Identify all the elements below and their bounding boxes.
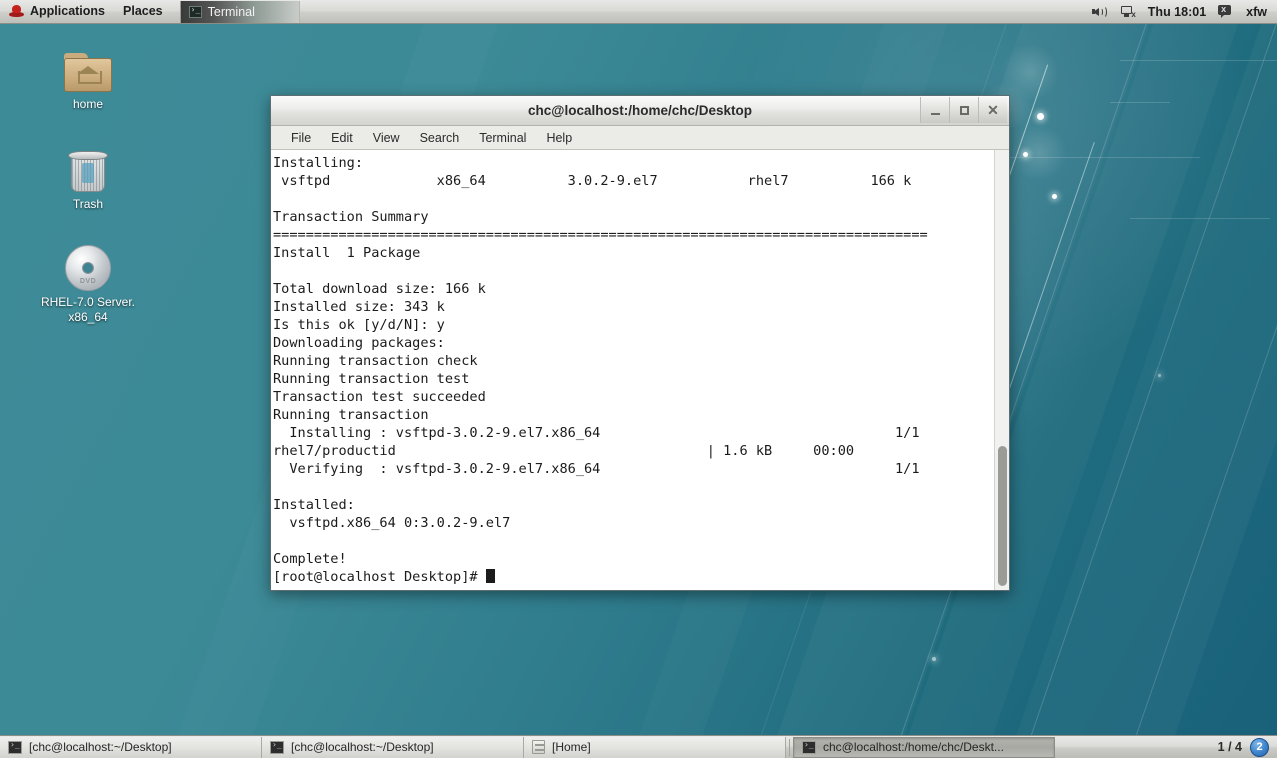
terminal-icon [188, 5, 202, 18]
terminal-line: Verifying : vsftpd-3.0.2-9.el7.x86_64 1/… [273, 461, 920, 477]
speaker-volume-icon[interactable] [1091, 4, 1108, 19]
top-panel: Applications Places Terminal x Thu 18:01… [0, 0, 1277, 24]
desktop-icon-label-line2: x86_64 [68, 310, 108, 324]
desktop-icon-label: RHEL-7.0 Server. [40, 295, 136, 309]
taskbar-item-label: [chc@localhost:~/Desktop] [291, 740, 434, 754]
terminal-line: Complete! [273, 551, 347, 567]
desktop-icon-home[interactable]: home [33, 45, 143, 112]
menu-file[interactable]: File [281, 128, 321, 148]
terminal-line: rhel7/productid | 1.6 kB 00:00 [273, 443, 855, 459]
maximize-icon [959, 105, 969, 115]
terminal-line: Installing: [273, 155, 364, 171]
terminal-icon [802, 740, 816, 754]
scrollbar-thumb[interactable] [998, 446, 1007, 586]
redhat-logo-icon [9, 4, 24, 18]
terminal-menubar: File Edit View Search Terminal Help [271, 126, 1009, 150]
clock[interactable]: Thu 18:01 [1148, 5, 1206, 19]
terminal-icon [270, 740, 284, 754]
wallpaper-dot [1023, 152, 1028, 157]
terminal-line: ========================================… [273, 227, 928, 243]
panel-tray: x Thu 18:01 x xfw [1091, 4, 1277, 19]
home-folder-icon [33, 45, 143, 93]
terminal-line: Transaction Summary [273, 209, 429, 225]
wallpaper-dot [1052, 194, 1057, 199]
wallpaper-dot [1158, 374, 1161, 377]
terminal-line: Total download size: 166 k [273, 281, 486, 297]
terminal-line: Installed size: 343 k [273, 299, 445, 315]
bottom-taskbar: [chc@localhost:~/Desktop] [chc@localhost… [0, 735, 1277, 758]
taskbar-item-1[interactable]: [chc@localhost:~/Desktop] [0, 736, 262, 758]
wallpaper-dot [932, 657, 936, 661]
terminal-line: Running transaction test [273, 371, 470, 387]
applications-menu-label: Applications [30, 4, 106, 18]
terminal-cursor [485, 569, 495, 583]
trash-bin-icon [33, 145, 143, 193]
terminal-titlebar[interactable]: chc@localhost:/home/chc/Desktop ✕ [271, 96, 1009, 126]
close-button[interactable]: ✕ [978, 97, 1007, 123]
taskbar-item-3[interactable]: [Home] [524, 736, 786, 758]
menu-view[interactable]: View [363, 128, 410, 148]
workspace-badge[interactable]: 2 [1250, 737, 1269, 757]
terminal-body[interactable]: Installing: vsftpd x86_64 3.0.2-9.el7 rh… [271, 150, 1009, 590]
menu-edit[interactable]: Edit [321, 128, 363, 148]
window-list-item-terminal[interactable]: Terminal [179, 0, 300, 23]
file-manager-icon [532, 740, 545, 754]
desktop-icon-label: home [72, 97, 104, 111]
user-menu[interactable]: xfw [1246, 5, 1267, 19]
pager-label: 1 / 4 [1217, 740, 1242, 754]
wallpaper-hline [1120, 60, 1277, 61]
terminal-line: Transaction test succeeded [273, 389, 486, 405]
menu-help[interactable]: Help [536, 128, 582, 148]
terminal-line: Installed: [273, 497, 355, 513]
dvd-disc-icon: DVD [33, 243, 143, 291]
terminal-line: Downloading packages: [273, 335, 445, 351]
workspace-pager[interactable]: 1 / 4 2 [1217, 737, 1277, 757]
window-controls: ✕ [920, 97, 1007, 123]
wallpaper-hline [1130, 218, 1270, 219]
taskbar-item-label: [chc@localhost:~/Desktop] [29, 740, 172, 754]
terminal-line: Is this ok [y/d/N]: y [273, 317, 445, 333]
terminal-prompt: [root@localhost Desktop]# [273, 569, 486, 585]
desktop-icon-label: Trash [72, 197, 104, 211]
terminal-output[interactable]: Installing: vsftpd x86_64 3.0.2-9.el7 rh… [271, 150, 994, 590]
terminal-scrollbar[interactable] [994, 150, 1009, 590]
network-disconnected-icon[interactable]: x [1120, 4, 1136, 19]
terminal-icon [8, 740, 22, 754]
wallpaper-glow [1010, 124, 1068, 182]
places-menu[interactable]: Places [114, 1, 172, 23]
terminal-line: vsftpd.x86_64 0:3.0.2-9.el7 [273, 515, 511, 531]
taskbar-separator [789, 738, 790, 756]
applications-menu[interactable]: Applications [0, 1, 114, 23]
places-menu-label: Places [123, 4, 163, 18]
desktop-icon-rhel-dvd[interactable]: DVD RHEL-7.0 Server. x86_64 [33, 243, 143, 325]
taskbar-item-label: [Home] [552, 740, 591, 754]
wallpaper-hline [1110, 102, 1170, 103]
chat-bubble-x-icon[interactable]: x [1218, 4, 1234, 19]
window-title: chc@localhost:/home/chc/Desktop [528, 103, 752, 118]
menu-terminal[interactable]: Terminal [469, 128, 536, 148]
close-icon: ✕ [987, 102, 999, 118]
maximize-button[interactable] [949, 97, 978, 123]
taskbar-item-2[interactable]: [chc@localhost:~/Desktop] [262, 736, 524, 758]
window-list-item-label: Terminal [207, 4, 255, 19]
terminal-line: Running transaction [273, 407, 429, 423]
taskbar-item-label: chc@localhost:/home/chc/Deskt... [823, 740, 1004, 754]
terminal-line: Running transaction check [273, 353, 478, 369]
menu-search[interactable]: Search [410, 128, 470, 148]
desktop-icon-trash[interactable]: Trash [33, 145, 143, 212]
terminal-prompt-line: [root@localhost Desktop]# [273, 568, 994, 586]
wallpaper-dot [1037, 113, 1044, 120]
minimize-button[interactable] [920, 97, 949, 123]
taskbar-item-4[interactable]: chc@localhost:/home/chc/Deskt... [793, 736, 1055, 758]
terminal-line: Install 1 Package [273, 245, 421, 261]
terminal-line: Installing : vsftpd-3.0.2-9.el7.x86_64 1… [273, 425, 920, 441]
terminal-line: vsftpd x86_64 3.0.2-9.el7 rhel7 166 k [273, 173, 912, 189]
terminal-window[interactable]: chc@localhost:/home/chc/Desktop ✕ File E… [270, 95, 1010, 591]
minimize-icon [930, 113, 940, 115]
